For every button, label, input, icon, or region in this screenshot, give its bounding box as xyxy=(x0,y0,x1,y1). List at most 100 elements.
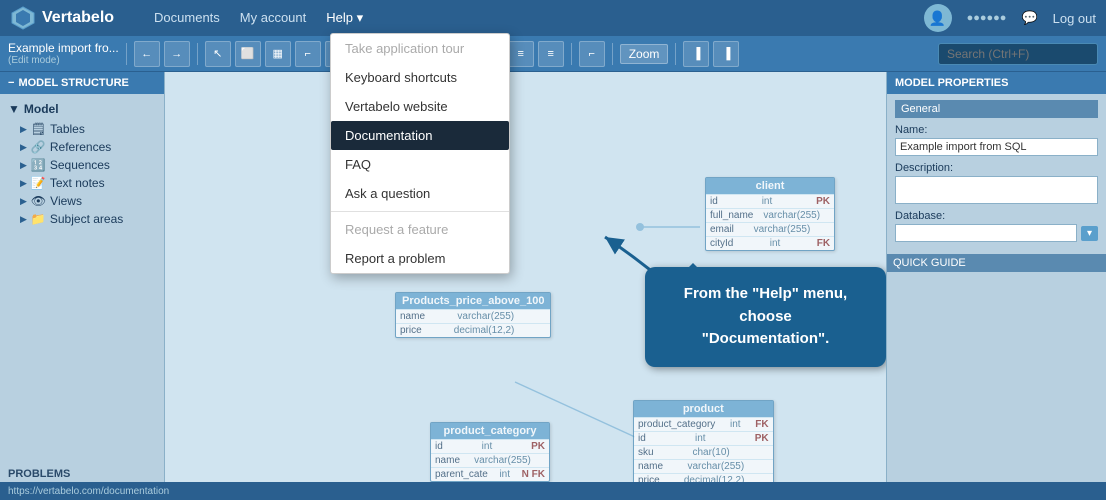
model-properties-header: MODEL PROPERTIES xyxy=(887,72,1106,94)
refs-icon: 🔗 xyxy=(31,140,46,154)
model-label: Model xyxy=(24,102,59,116)
tables-label: Tables xyxy=(50,122,85,136)
toolbar-sep-8 xyxy=(675,43,676,65)
notes-expand: ▶ xyxy=(20,178,27,189)
seq-expand: ▶ xyxy=(20,160,27,171)
corner-tool[interactable]: ⌐ xyxy=(579,41,605,67)
doc-title-area: Example import fro... (Edit mode) xyxy=(8,41,119,66)
tables-icon: 🗒 xyxy=(31,122,46,136)
nav-help[interactable]: Help ▾ xyxy=(326,10,363,26)
name-field-label: Name: xyxy=(895,124,1098,136)
table-client: client id int PK full_name varchar(255) … xyxy=(705,177,835,251)
description-field-label: Description: xyxy=(895,162,1098,174)
logo-icon xyxy=(10,5,36,31)
collapse-icon[interactable]: − xyxy=(8,77,14,89)
tree-item-tables[interactable]: ▶ 🗒 Tables xyxy=(16,120,160,138)
select-tool[interactable]: ⬜ xyxy=(235,41,261,67)
table-row: email varchar(255) xyxy=(706,222,834,236)
align-right[interactable]: ≡ xyxy=(538,41,564,67)
editor-toolbar: Example import fro... (Edit mode) ← → ↖ … xyxy=(0,36,1106,72)
menu-item-shortcuts[interactable]: Keyboard shortcuts xyxy=(331,63,509,92)
seq-label: Sequences xyxy=(50,158,110,172)
tooltip-text: From the "Help" menu, choose"Documentati… xyxy=(684,285,847,347)
views-icon: 👁 xyxy=(31,194,46,208)
seq-icon: 🔢 xyxy=(31,158,46,172)
areas-icon: 📁 xyxy=(31,212,46,226)
areas-expand: ▶ xyxy=(20,214,27,225)
tree-item-subject-areas[interactable]: ▶ 📁 Subject areas xyxy=(16,210,160,228)
table-row: id int PK xyxy=(634,431,773,445)
view-mode-1[interactable]: ▐ xyxy=(683,41,709,67)
table-row: full_name varchar(255) xyxy=(706,208,834,222)
notifications-icon[interactable]: 💬 xyxy=(1021,10,1037,26)
database-field-input[interactable] xyxy=(895,224,1077,242)
notes-label: Text notes xyxy=(50,176,105,190)
menu-separator xyxy=(331,211,509,212)
help-dropdown-menu: Take application tour Keyboard shortcuts… xyxy=(330,33,510,274)
menu-item-documentation[interactable]: Documentation xyxy=(331,121,509,150)
tree-item-views[interactable]: ▶ 👁 Views xyxy=(16,192,160,210)
redo-button[interactable]: → xyxy=(164,41,190,67)
name-field-input[interactable] xyxy=(895,138,1098,156)
left-panel: − MODEL STRUCTURE ▼ Model ▶ 🗒 Tables ▶ xyxy=(0,72,165,500)
nav-right: 👤 ●●●●●● 💬 Log out xyxy=(924,4,1096,32)
description-field-input[interactable] xyxy=(895,176,1098,204)
edit-mode-label: (Edit mode) xyxy=(8,55,119,66)
canvas-area[interactable]: client id int PK full_name varchar(255) … xyxy=(165,72,886,500)
views-label: Views xyxy=(50,194,82,208)
tree-item-sequences[interactable]: ▶ 🔢 Sequences xyxy=(16,156,160,174)
table-client-header: client xyxy=(706,178,834,194)
table-tool[interactable]: ▦ xyxy=(265,41,291,67)
general-section-title: General xyxy=(895,100,1098,118)
model-structure-header: − MODEL STRUCTURE xyxy=(0,72,164,94)
table-row: price decimal(12,2) xyxy=(396,323,550,337)
search-input[interactable] xyxy=(938,43,1098,65)
align-left[interactable]: ≡ xyxy=(508,41,534,67)
nav-myaccount[interactable]: My account xyxy=(240,10,306,26)
tree-item-references[interactable]: ▶ 🔗 References xyxy=(16,138,160,156)
toolbar-sep-2 xyxy=(197,43,198,65)
table-row: name varchar(255) xyxy=(431,453,549,467)
menu-item-report[interactable]: Report a problem xyxy=(331,244,509,273)
nav-links: Documents My account Help ▾ xyxy=(154,10,363,26)
menu-item-website[interactable]: Vertabelo website xyxy=(331,92,509,121)
menu-item-feature[interactable]: Request a feature xyxy=(331,215,509,244)
menu-item-tour[interactable]: Take application tour xyxy=(331,34,509,63)
toolbar-sep-1 xyxy=(126,43,127,65)
cursor-tool[interactable]: ↖ xyxy=(205,41,231,67)
menu-item-faq[interactable]: FAQ xyxy=(331,150,509,179)
database-button[interactable]: ▾ xyxy=(1081,226,1098,241)
table-product-header: product xyxy=(634,401,773,417)
fk-tool[interactable]: ⌐ xyxy=(295,41,321,67)
view-mode-2[interactable]: ▐ xyxy=(713,41,739,67)
table-row: name varchar(255) xyxy=(396,309,550,323)
tree-model-root[interactable]: ▼ Model xyxy=(4,100,160,118)
database-field-label: Database: xyxy=(895,210,1098,222)
undo-button[interactable]: ← xyxy=(134,41,160,67)
general-section: General Name: Description: Database: ▾ xyxy=(887,94,1106,254)
problems-label: PROBLEMS xyxy=(8,468,70,480)
status-bar: https://vertabelo.com/documentation xyxy=(0,482,1106,500)
tables-expand: ▶ xyxy=(20,124,27,135)
logout-button[interactable]: Log out xyxy=(1053,11,1096,26)
nav-documents[interactable]: Documents xyxy=(154,10,220,26)
zoom-button[interactable]: Zoom xyxy=(620,44,669,64)
table-row: cityId int FK xyxy=(706,236,834,250)
table-row: parent_cate int N FK xyxy=(431,467,549,481)
menu-item-ask[interactable]: Ask a question xyxy=(331,179,509,208)
refs-expand: ▶ xyxy=(20,142,27,153)
model-expand: ▼ xyxy=(8,102,20,116)
toolbar-sep-7 xyxy=(612,43,613,65)
logo[interactable]: Vertabelo xyxy=(10,5,114,31)
top-navigation: Vertabelo Documents My account Help ▾ 👤 … xyxy=(0,0,1106,36)
doc-title: Example import fro... xyxy=(8,41,119,55)
toolbar-sep-6 xyxy=(571,43,572,65)
table-row: product_category int FK xyxy=(634,417,773,431)
panel-title: MODEL STRUCTURE xyxy=(18,77,128,89)
logo-text: Vertabelo xyxy=(42,9,114,27)
views-expand: ▶ xyxy=(20,196,27,207)
table-product-category: product_category id int PK name varchar(… xyxy=(430,422,550,482)
user-avatar[interactable]: 👤 xyxy=(924,4,952,32)
table-product-category-header: product_category xyxy=(431,423,549,439)
tree-item-textnotes[interactable]: ▶ 📝 Text notes xyxy=(16,174,160,192)
